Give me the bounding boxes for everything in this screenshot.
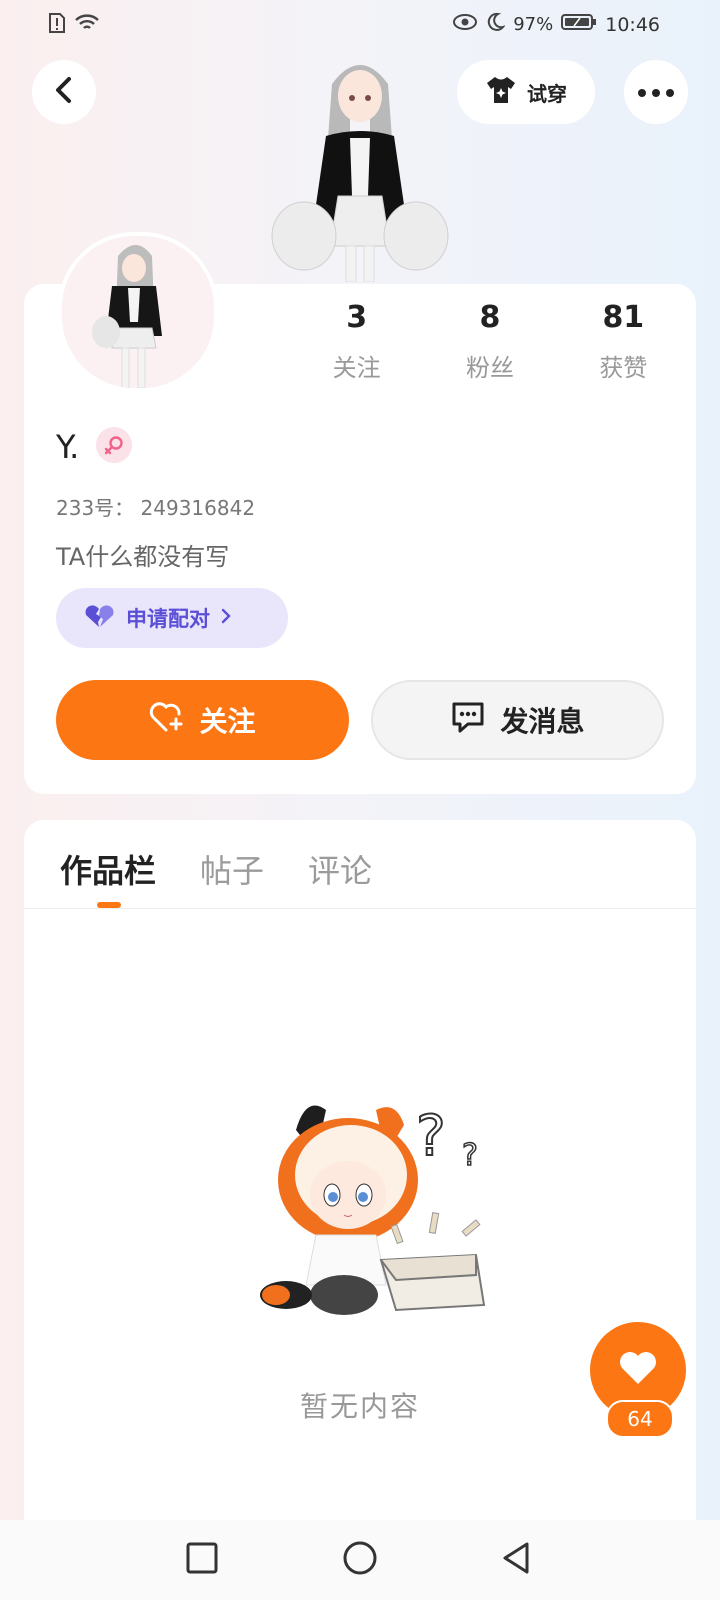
content-tabs: 作品栏 帖子 评论 (60, 846, 372, 892)
clock: 10:46 (605, 13, 660, 36)
follow-label: 关注 (199, 705, 256, 738)
more-icon (637, 83, 675, 102)
svg-text:?: ? (416, 1104, 446, 1169)
stat-label: 获赞 (599, 354, 648, 382)
avatar-character-figure[interactable] (270, 46, 450, 283)
stat-label: 关注 (332, 354, 381, 382)
gender-female-icon (96, 427, 132, 463)
status-left (48, 12, 100, 38)
circle-icon (342, 1540, 378, 1580)
square-icon (185, 1541, 219, 1579)
more-button[interactable] (624, 60, 688, 124)
request-pair-label: 申请配对 (126, 607, 210, 631)
like-count-badge: 64 (606, 1400, 674, 1438)
chat-bubble-icon (450, 700, 486, 741)
tab-works[interactable]: 作品栏 (60, 846, 156, 892)
stat-following[interactable]: 3 关注 (290, 300, 423, 383)
follow-button[interactable]: 关注 (56, 680, 349, 760)
send-message-button[interactable]: 发消息 (371, 680, 664, 760)
stat-value: 8 (479, 300, 501, 335)
eye-icon (453, 14, 478, 35)
stat-followers[interactable]: 8 粉丝 (423, 300, 556, 383)
recent-apps-button[interactable] (180, 1538, 224, 1582)
moon-icon (485, 12, 506, 37)
stats-row: 3 关注 8 粉丝 81 获赞 (290, 300, 690, 383)
heart-plus-icon (149, 701, 185, 740)
chevron-right-icon (220, 606, 232, 630)
status-right: 97% 10:46 (453, 12, 660, 37)
sim-alert-icon (48, 12, 66, 38)
stat-value: 81 (602, 300, 645, 335)
battery-icon (561, 13, 597, 36)
back-arrow-icon (53, 76, 75, 108)
heart-icon (618, 1350, 658, 1390)
stat-likes[interactable]: 81 获赞 (557, 300, 690, 383)
avatar[interactable] (58, 232, 218, 392)
send-message-label: 发消息 (500, 705, 585, 738)
back-button[interactable] (32, 60, 96, 124)
broken-heart-icon (82, 603, 116, 634)
tshirt-icon (485, 75, 517, 110)
triangle-back-icon (499, 1541, 533, 1579)
back-nav-button[interactable] (494, 1538, 538, 1582)
battery-percent: 97% (513, 14, 554, 35)
try-on-button[interactable]: 试穿 (457, 60, 595, 124)
tab-comments[interactable]: 评论 (308, 846, 372, 892)
empty-state-illustration: ? ? (236, 1085, 516, 1345)
svg-text:?: ? (462, 1138, 478, 1173)
bio: TA什么都没有写 (56, 543, 230, 571)
tab-divider (24, 908, 696, 909)
tab-posts[interactable]: 帖子 (200, 846, 264, 892)
system-nav-bar (0, 1520, 720, 1600)
status-bar: 97% 10:46 (0, 0, 720, 48)
try-on-label: 试穿 (527, 81, 567, 106)
user-id: 233号： 249316842 (56, 496, 256, 520)
request-pair-button[interactable]: 申请配对 (56, 588, 288, 648)
wifi-icon (74, 13, 100, 37)
stat-value: 3 (346, 300, 368, 335)
home-button[interactable] (338, 1538, 382, 1582)
username: Y. (56, 428, 80, 466)
stat-label: 粉丝 (465, 354, 514, 382)
